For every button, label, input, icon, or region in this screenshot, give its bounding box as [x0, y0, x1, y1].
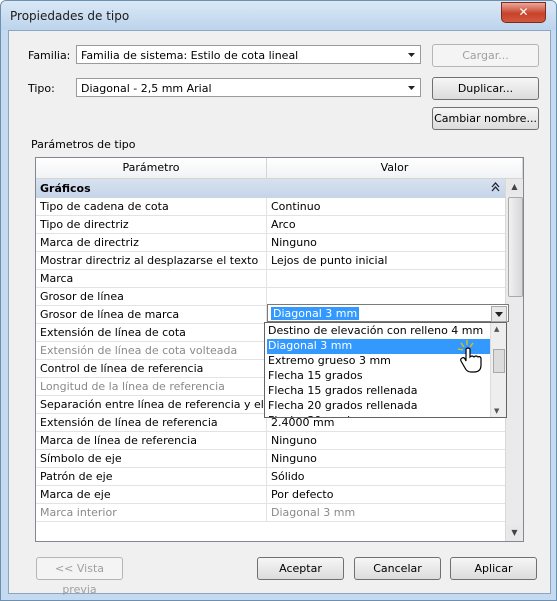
parameter-name: Marca interior: [40, 506, 117, 519]
dropdown-option[interactable]: Flecha 20 grados rellenada: [267, 399, 494, 414]
familia-value: Familia de sistema: Estilo de cota linea…: [81, 49, 299, 62]
parameter-name: Marca de línea de referencia: [40, 434, 197, 447]
parameter-name: Longitud de la línea de referencia: [40, 380, 225, 393]
table-row[interactable]: Símbolo de eje Ninguno: [36, 450, 506, 468]
parameter-value[interactable]: Por defecto: [271, 488, 333, 501]
familia-select[interactable]: Familia de sistema: Estilo de cota linea…: [76, 45, 421, 64]
section-label: Parámetros de tipo: [31, 138, 136, 151]
marca-dropdown-list: Destino de elevación con relleno 4 mm Dia…: [264, 322, 507, 418]
parameter-name: Marca de directriz: [40, 236, 139, 249]
parameter-name: Control de línea de referencia: [40, 362, 204, 375]
dropdown-option[interactable]: Destino de elevación con relleno 4 mm: [267, 324, 494, 339]
parameter-name: Extensión de línea de cota volteada: [40, 344, 238, 357]
cambiar-nombre-button[interactable]: Cambiar nombre...: [432, 107, 539, 130]
tipo-value: Diagonal - 2,5 mm Arial: [81, 82, 212, 95]
parameter-name: Grosor de línea: [40, 290, 124, 303]
parameter-value[interactable]: Sólido: [271, 470, 305, 483]
table-row[interactable]: Marca de directriz Ninguno: [36, 234, 506, 252]
tipo-select[interactable]: Diagonal - 2,5 mm Arial: [76, 78, 421, 97]
hand-cursor-icon: [455, 339, 485, 376]
duplicar-button[interactable]: Duplicar...: [432, 77, 539, 100]
marca-value: Diagonal 3 mm: [271, 307, 360, 320]
column-header-parametro[interactable]: Parámetro: [36, 158, 267, 179]
column-divider: [266, 450, 267, 468]
title-bar: Propiedades de tipo ✕: [1, 1, 556, 30]
familia-label: Familia:: [28, 49, 71, 62]
column-divider: [266, 252, 267, 270]
parameter-value[interactable]: Ninguno: [271, 452, 317, 465]
column-divider: [266, 432, 267, 450]
cancelar-button[interactable]: Cancelar: [354, 557, 441, 580]
column-divider: [266, 504, 267, 522]
parameter-name: Grosor de línea de marca: [40, 308, 180, 321]
vista-previa-button[interactable]: << Vista previa: [36, 557, 123, 596]
table-row[interactable]: Marca de línea de referencia Ninguno: [36, 432, 506, 450]
window-title: Propiedades de tipo: [10, 9, 130, 23]
column-divider: [266, 234, 267, 252]
parameter-value[interactable]: Diagonal 3 mm: [271, 506, 355, 519]
parameter-value[interactable]: Lejos de punto inicial: [271, 254, 387, 267]
column-divider: [266, 216, 267, 234]
dialog-body: Familia: Familia de sistema: Estilo de c…: [8, 30, 551, 596]
table-row[interactable]: Tipo de cadena de cota Continuo: [36, 198, 506, 216]
parameter-value[interactable]: Arco: [271, 218, 296, 231]
table-row[interactable]: Patrón de eje Sólido: [36, 468, 506, 486]
parameter-name: Extensión de línea de cota: [40, 326, 186, 339]
dropdown-option[interactable]: Flecha 30 grados: [267, 414, 494, 417]
parameter-name: Extensión de línea de referencia: [40, 416, 218, 429]
dropdown-scrollbar[interactable]: ▲ ▼: [490, 323, 506, 417]
scroll-down-icon[interactable]: ▼: [507, 525, 522, 541]
table-row[interactable]: Tipo de directriz Arco: [36, 216, 506, 234]
table-row[interactable]: Mostrar directriz al desplazarse el text…: [36, 252, 506, 270]
column-divider: [266, 486, 267, 504]
scroll-thumb[interactable]: [508, 197, 523, 297]
parameter-value[interactable]: Ninguno: [271, 236, 317, 249]
cargar-button[interactable]: Cargar...: [432, 44, 539, 67]
column-divider: [266, 270, 267, 288]
scroll-down-icon[interactable]: ▼: [494, 407, 499, 415]
parameters-grid: Parámetro Valor Gráficos Tipo de cadena …: [35, 157, 524, 542]
parameter-name: Tipo de cadena de cota: [40, 200, 169, 213]
parameter-name: Tipo de directriz: [40, 218, 129, 231]
dropdown-option[interactable]: Flecha 15 grados rellenada: [267, 384, 494, 399]
close-icon[interactable]: ✕: [501, 2, 546, 23]
parameter-name: Marca de eje: [40, 488, 111, 501]
parameter-name: Mostrar directriz al desplazarse el text…: [40, 254, 259, 267]
parameter-name: Símbolo de eje: [40, 452, 122, 465]
scroll-up-icon[interactable]: ▲: [507, 179, 522, 195]
aceptar-button[interactable]: Aceptar: [257, 557, 344, 580]
grid-scrollbar[interactable]: ▲ ▼: [505, 179, 523, 541]
table-row[interactable]: Marca: [36, 270, 506, 288]
marca-select[interactable]: Diagonal 3 mm: [267, 304, 509, 322]
parameter-value[interactable]: Continuo: [271, 200, 320, 213]
group-header-graficos[interactable]: Gráficos: [36, 179, 506, 198]
column-header-valor[interactable]: Valor: [267, 158, 523, 179]
parameter-value[interactable]: Ninguno: [271, 434, 317, 447]
dropdown-scroll-thumb[interactable]: [493, 349, 505, 373]
group-label: Gráficos: [40, 182, 91, 195]
collapse-icon[interactable]: [491, 182, 500, 195]
table-row[interactable]: Marca interior Diagonal 3 mm: [36, 504, 506, 522]
column-divider: [266, 198, 267, 216]
chevron-down-icon[interactable]: [491, 306, 507, 322]
scroll-up-icon[interactable]: ▲: [494, 325, 499, 333]
tipo-label: Tipo:: [28, 82, 55, 95]
table-row[interactable]: Marca de eje Por defecto: [36, 486, 506, 504]
column-divider: [266, 468, 267, 486]
parameter-name: Separación entre línea de referencia y e…: [40, 398, 266, 411]
aplicar-button[interactable]: Aplicar: [450, 557, 537, 580]
parameter-name: Marca: [40, 272, 74, 285]
type-properties-window: Propiedades de tipo ✕ Familia: Familia d…: [0, 0, 557, 601]
parameter-name: Patrón de eje: [40, 470, 113, 483]
